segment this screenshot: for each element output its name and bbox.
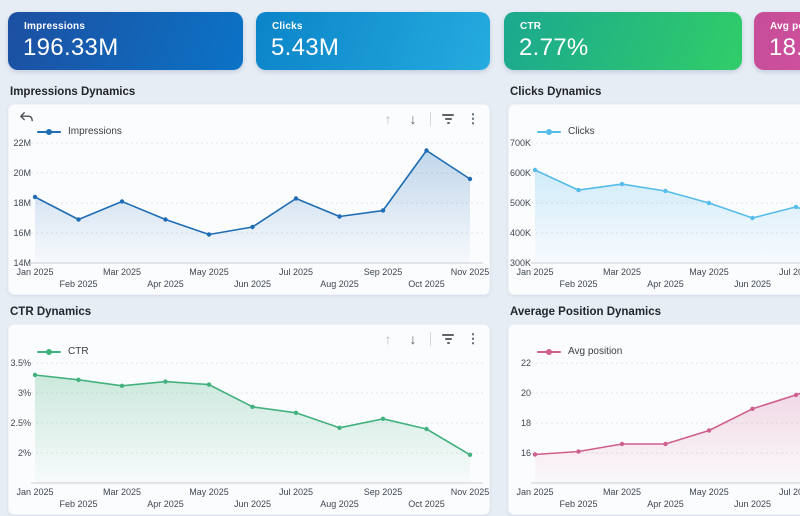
- chart-card: ↑ ↓ ⋮ Avg position 22201816Jan 2025Feb 2…: [508, 324, 800, 515]
- svg-text:Jul 2025: Jul 2025: [779, 487, 800, 497]
- clicks-line-chart[interactable]: 700K600K500K400K300KJan 2025Feb 2025Mar …: [509, 105, 800, 296]
- svg-text:Mar 2025: Mar 2025: [103, 487, 141, 497]
- svg-text:22: 22: [521, 358, 531, 368]
- svg-text:Apr 2025: Apr 2025: [647, 499, 684, 509]
- panel-title: Impressions Dynamics: [10, 86, 490, 98]
- avg-position-line-chart[interactable]: 22 20 18 16 Jan 2025 Feb 2025 Mar 2025 Apr 2025…: [509, 325, 800, 516]
- kpi-label: Avg position: [770, 21, 800, 32]
- svg-text:Jun 2025: Jun 2025: [734, 279, 771, 289]
- svg-text:22M: 22M: [13, 138, 31, 148]
- svg-text:500K: 500K: [510, 198, 531, 208]
- svg-text:Sep 2025: Sep 2025: [364, 487, 403, 497]
- svg-text:Apr 2025: Apr 2025: [147, 499, 184, 509]
- ctr-line-chart[interactable]: 3.5% 3% 2.5% 2% Jan 2025 Feb 2025 Mar 2025 Apr …: [9, 325, 491, 516]
- svg-text:Mar 2025: Mar 2025: [603, 487, 641, 497]
- svg-text:Nov 2025: Nov 2025: [451, 487, 490, 497]
- panel-title: Clicks Dynamics: [510, 86, 800, 98]
- chart-card: ↑ ↓ ⋮ Clicks 700K600K500K400K300KJan 202…: [508, 104, 800, 295]
- svg-text:Jul 2025: Jul 2025: [279, 487, 313, 497]
- chart-card: ↑ ↓ ⋮ Impressions 22M20M18M16M14MJan 202…: [8, 104, 490, 295]
- svg-text:Apr 2025: Apr 2025: [147, 279, 184, 289]
- kpi-value: 196.33M: [23, 34, 119, 62]
- svg-text:Jan 2025: Jan 2025: [16, 267, 53, 277]
- svg-text:Jan 2025: Jan 2025: [516, 267, 553, 277]
- panel-impressions-dynamics: Impressions Dynamics ↑ ↓ ⋮ Impressions 2…: [8, 86, 490, 295]
- kpi-label: Impressions: [24, 21, 85, 32]
- svg-text:Aug 2025: Aug 2025: [320, 499, 359, 509]
- svg-text:Jun 2025: Jun 2025: [234, 499, 271, 509]
- chart-card: ↑ ↓ ⋮ CTR 3.5%3%2.5%2%Jan 2025Feb 2025Ma…: [8, 324, 490, 515]
- svg-text:May 2025: May 2025: [189, 267, 229, 277]
- svg-text:400K: 400K: [510, 228, 531, 238]
- svg-text:20: 20: [521, 388, 531, 398]
- svg-text:16: 16: [521, 448, 531, 458]
- panel-title: CTR Dynamics: [10, 306, 490, 318]
- svg-text:Apr 2025: Apr 2025: [647, 279, 684, 289]
- svg-text:Jan 2025: Jan 2025: [516, 487, 553, 497]
- svg-text:700K: 700K: [510, 138, 531, 148]
- kpi-value: 18.0: [769, 34, 800, 62]
- kpi-card-ctr[interactable]: CTR 2.77%: [504, 12, 742, 70]
- kpi-value: 2.77%: [519, 34, 589, 62]
- kpi-value: 5.43M: [271, 34, 339, 62]
- impressions-line-chart[interactable]: 22M20M18M16M14MJan 2025Feb 2025Mar 2025A…: [9, 105, 491, 296]
- svg-text:20M: 20M: [13, 168, 31, 178]
- svg-text:Jun 2025: Jun 2025: [234, 279, 271, 289]
- svg-text:16M: 16M: [13, 228, 31, 238]
- panel-ctr-dynamics: CTR Dynamics ↑ ↓ ⋮ CTR 3.5%3%2.5%2%Jan 2…: [8, 306, 490, 515]
- svg-text:Mar 2025: Mar 2025: [103, 267, 141, 277]
- kpi-card-clicks[interactable]: Clicks 5.43M: [256, 12, 490, 70]
- svg-text:Jan 2025: Jan 2025: [16, 487, 53, 497]
- kpi-label: Clicks: [272, 21, 303, 32]
- svg-text:Feb 2025: Feb 2025: [559, 499, 597, 509]
- svg-text:Jul 2025: Jul 2025: [279, 267, 313, 277]
- svg-text:Jun 2025: Jun 2025: [734, 499, 771, 509]
- svg-text:2%: 2%: [18, 448, 31, 458]
- svg-text:Feb 2025: Feb 2025: [59, 279, 97, 289]
- kpi-label: CTR: [520, 21, 541, 32]
- svg-text:Feb 2025: Feb 2025: [59, 499, 97, 509]
- svg-text:Sep 2025: Sep 2025: [364, 267, 403, 277]
- svg-text:Mar 2025: Mar 2025: [603, 267, 641, 277]
- kpi-card-avg-position[interactable]: Avg position 18.0: [754, 12, 800, 70]
- svg-text:18M: 18M: [13, 198, 31, 208]
- svg-text:Oct 2025: Oct 2025: [408, 499, 445, 509]
- panel-title: Average Position Dynamics: [510, 306, 800, 318]
- svg-text:May 2025: May 2025: [689, 487, 729, 497]
- panel-average-position-dynamics: Average Position Dynamics ↑ ↓ ⋮ Avg posi…: [508, 306, 800, 515]
- svg-text:Aug 2025: Aug 2025: [320, 279, 359, 289]
- svg-text:Feb 2025: Feb 2025: [559, 279, 597, 289]
- svg-text:Nov 2025: Nov 2025: [451, 267, 490, 277]
- svg-text:600K: 600K: [510, 168, 531, 178]
- svg-text:3.5%: 3.5%: [10, 358, 31, 368]
- svg-text:Oct 2025: Oct 2025: [408, 279, 445, 289]
- svg-text:May 2025: May 2025: [689, 267, 729, 277]
- panel-clicks-dynamics: Clicks Dynamics ↑ ↓ ⋮ Clicks 700K600K500…: [508, 86, 800, 295]
- svg-text:3%: 3%: [18, 388, 31, 398]
- svg-text:18: 18: [521, 418, 531, 428]
- svg-text:Jul 2025: Jul 2025: [779, 267, 800, 277]
- svg-text:2.5%: 2.5%: [10, 418, 31, 428]
- kpi-card-impressions[interactable]: Impressions 196.33M: [8, 12, 243, 70]
- svg-text:May 2025: May 2025: [189, 487, 229, 497]
